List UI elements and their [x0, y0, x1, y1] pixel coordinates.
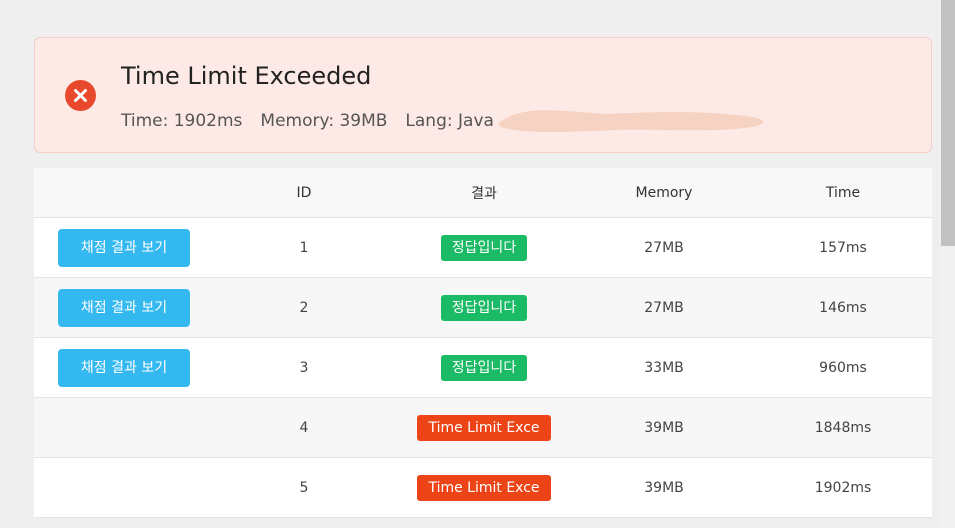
status-badge: Time Limit Exce	[417, 414, 551, 441]
status-badge: 정답입니다	[440, 234, 528, 261]
result-banner: Time Limit Exceeded Time: 1902ms Memory:…	[34, 37, 932, 153]
table-row: 채점 결과 보기 1 정답입니다 27MB 157ms	[34, 217, 932, 278]
row-memory: 39MB	[574, 457, 754, 518]
row-action-cell: 채점 결과 보기	[34, 277, 214, 338]
table-row: 채점 결과 보기 2 정답입니다 27MB 146ms	[34, 277, 932, 338]
error-x-icon	[65, 80, 96, 111]
row-time: 157ms	[754, 217, 932, 278]
result-memory: Memory: 39MB	[260, 111, 388, 131]
row-action-cell: 채점 결과 보기	[34, 217, 214, 278]
page-scrollbar[interactable]	[941, 0, 955, 528]
row-time: 960ms	[754, 337, 932, 398]
result-time: Time: 1902ms	[121, 111, 243, 131]
table-row: 채점 결과 보기 3 정답입니다 33MB 960ms	[34, 337, 932, 398]
row-action-cell: 채점 결과 보기	[34, 337, 214, 398]
view-result-button[interactable]: 채점 결과 보기	[58, 348, 190, 387]
row-result-cell: 정답입니다	[394, 277, 574, 338]
row-id: 3	[214, 337, 394, 398]
result-lang: Lang: Java	[405, 111, 494, 131]
header-result: 결과	[394, 168, 574, 218]
row-time: 1902ms	[754, 457, 932, 518]
row-result-cell: Time Limit Exce	[394, 457, 574, 518]
results-table: ID 결과 Memory Time 채점 결과 보기 1 정답입니다 27MB …	[34, 168, 932, 518]
row-result-cell: Time Limit Exce	[394, 397, 574, 458]
result-meta: Time: 1902ms Memory: 39MB Lang: Java	[121, 111, 494, 131]
row-result-cell: 정답입니다	[394, 337, 574, 398]
row-action-cell	[34, 457, 214, 518]
row-memory: 27MB	[574, 217, 754, 278]
row-memory: 39MB	[574, 397, 754, 458]
scrollbar-thumb[interactable]	[941, 0, 955, 246]
status-badge: 정답입니다	[440, 294, 528, 321]
status-badge: 정답입니다	[440, 354, 528, 381]
view-result-button[interactable]: 채점 결과 보기	[58, 288, 190, 327]
header-action	[34, 168, 214, 218]
row-memory: 27MB	[574, 277, 754, 338]
view-result-button[interactable]: 채점 결과 보기	[58, 228, 190, 267]
table-row: 4 Time Limit Exce 39MB 1848ms	[34, 397, 932, 458]
row-result-cell: 정답입니다	[394, 217, 574, 278]
header-memory: Memory	[574, 168, 754, 218]
row-id: 1	[214, 217, 394, 278]
table-header-row: ID 결과 Memory Time	[34, 168, 932, 218]
header-time: Time	[754, 168, 932, 218]
redaction-mark	[498, 110, 764, 132]
row-action-cell	[34, 397, 214, 458]
row-time: 146ms	[754, 277, 932, 338]
table-row: 5 Time Limit Exce 39MB 1902ms	[34, 457, 932, 518]
row-id: 5	[214, 457, 394, 518]
status-badge: Time Limit Exce	[417, 474, 551, 501]
row-id: 2	[214, 277, 394, 338]
header-id: ID	[214, 168, 394, 218]
row-time: 1848ms	[754, 397, 932, 458]
result-title: Time Limit Exceeded	[121, 62, 372, 90]
row-memory: 33MB	[574, 337, 754, 398]
row-id: 4	[214, 397, 394, 458]
